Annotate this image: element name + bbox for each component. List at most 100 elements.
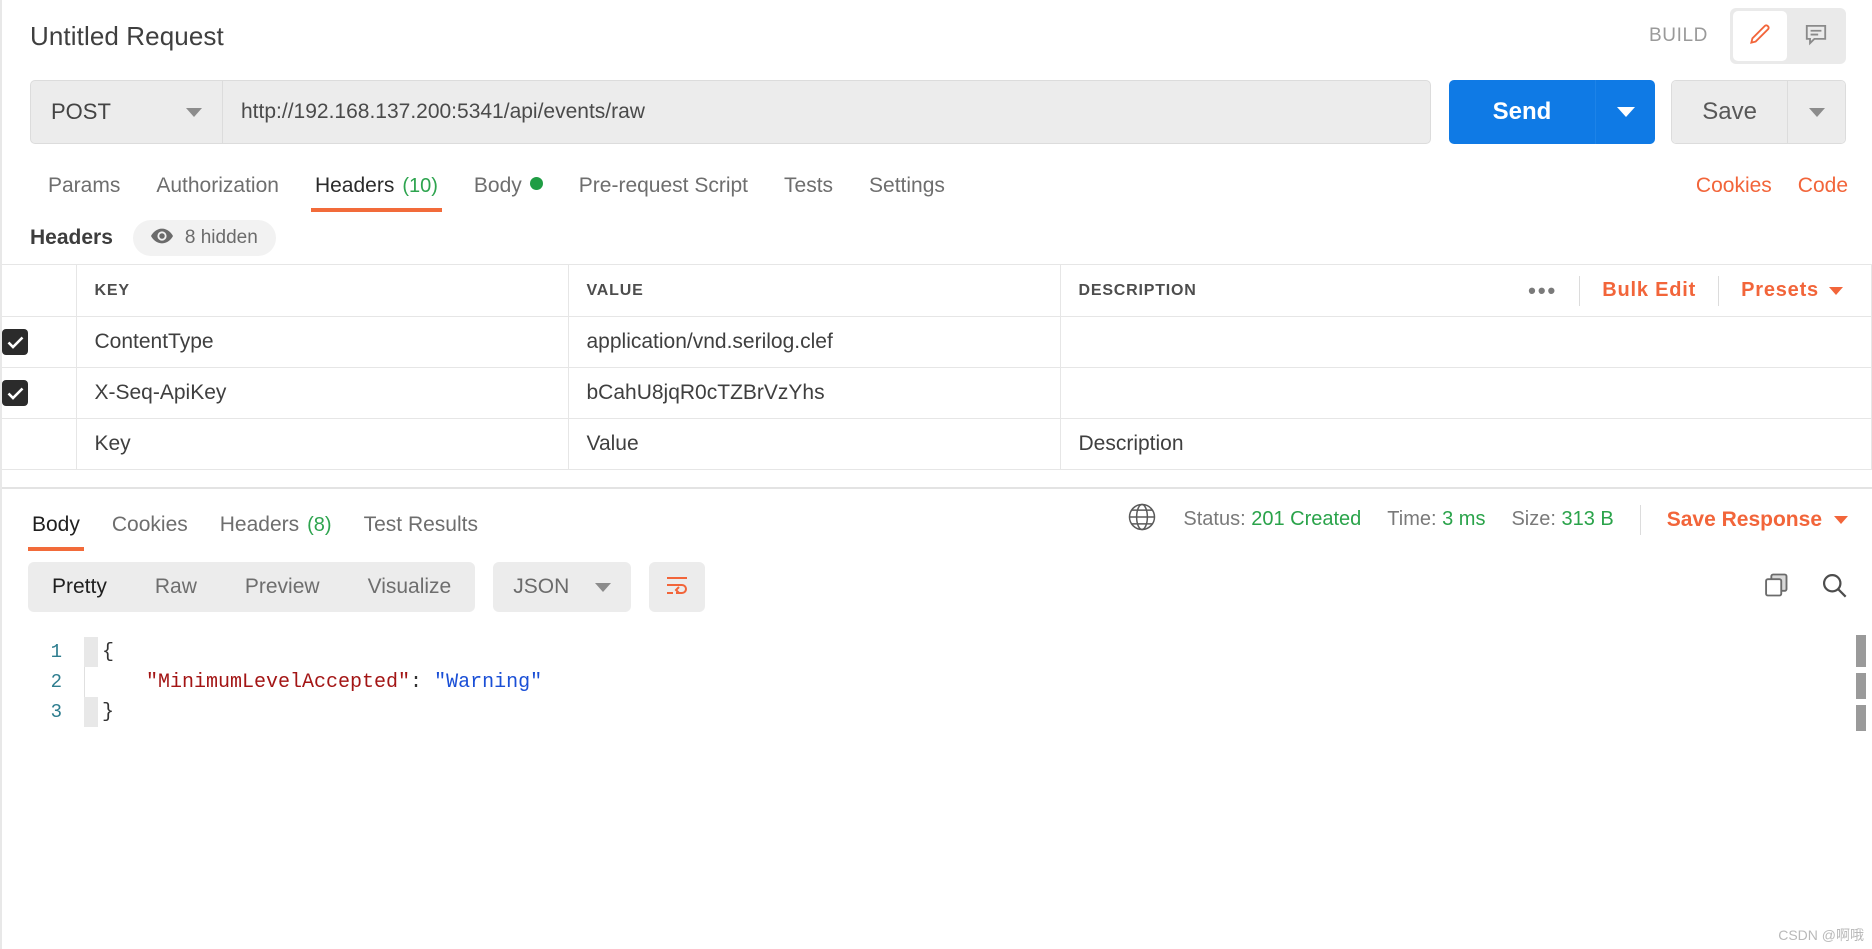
fold-marker bbox=[84, 637, 98, 667]
row-checkbox[interactable] bbox=[2, 380, 28, 406]
new-value-input[interactable]: Value bbox=[568, 418, 1061, 470]
tab-settings[interactable]: Settings bbox=[851, 174, 963, 212]
line-number: 1 bbox=[50, 641, 62, 663]
edit-mode-button[interactable] bbox=[1733, 11, 1787, 61]
tab-tests[interactable]: Tests bbox=[766, 174, 851, 212]
header-value-cell[interactable]: bCahU8jqR0cTZBrVzYhs bbox=[568, 367, 1061, 419]
header-description-cell[interactable] bbox=[1060, 367, 1872, 419]
eye-icon bbox=[150, 228, 173, 249]
fold-marker bbox=[84, 667, 98, 697]
headers-subbar: Headers 8 hidden bbox=[2, 212, 1872, 264]
http-method-select[interactable]: POST bbox=[30, 80, 222, 144]
url-bar: POST http://192.168.137.200:5341/api/eve… bbox=[2, 80, 1872, 144]
http-method-value: POST bbox=[51, 99, 111, 124]
save-response-button[interactable]: Save Response bbox=[1667, 508, 1848, 532]
word-wrap-icon bbox=[664, 574, 690, 601]
view-mode-preview[interactable]: Preview bbox=[221, 562, 344, 612]
response-body-tools bbox=[1762, 571, 1848, 604]
tab-headers[interactable]: Headers (10) bbox=[297, 174, 456, 212]
scrollbar-thumb[interactable] bbox=[1856, 705, 1866, 731]
header-description-cell[interactable] bbox=[1060, 316, 1872, 368]
tab-authorization[interactable]: Authorization bbox=[138, 174, 297, 212]
table-row-new: Key Value Description bbox=[2, 418, 1872, 470]
search-icon[interactable] bbox=[1820, 571, 1848, 604]
code-line: 2 "MinimumLevelAccepted" : "Warning" bbox=[2, 667, 1872, 697]
view-mode-raw[interactable]: Raw bbox=[131, 562, 221, 612]
line-number: 2 bbox=[50, 671, 62, 693]
save-response-label: Save Response bbox=[1666, 507, 1822, 531]
header-value-cell[interactable]: application/vnd.serilog.clef bbox=[568, 316, 1061, 368]
save-button[interactable]: Save bbox=[1672, 81, 1787, 143]
chevron-down-icon bbox=[1829, 286, 1843, 295]
view-mode-visualize[interactable]: Visualize bbox=[344, 562, 476, 612]
response-body-code[interactable]: 1 { 2 "MinimumLevelAccepted" : "Warning"… bbox=[2, 623, 1872, 731]
save-options-button[interactable] bbox=[1787, 81, 1845, 143]
row-checkbox-cell bbox=[2, 367, 77, 419]
response-pane: Body Cookies Headers (8) Test Results St… bbox=[2, 487, 1872, 731]
header-key-cell[interactable]: X-Seq-ApiKey bbox=[76, 367, 569, 419]
status-value: 201 Created bbox=[1251, 508, 1362, 530]
new-key-input[interactable]: Key bbox=[76, 418, 569, 470]
presets-label: Presets bbox=[1741, 279, 1819, 301]
size-meta: Size: 313 B bbox=[1511, 508, 1613, 531]
size-label: Size: bbox=[1511, 508, 1556, 530]
table-row: ContentType application/vnd.serilog.clef bbox=[2, 316, 1872, 368]
fold-marker bbox=[84, 697, 98, 727]
hidden-headers-count: 8 hidden bbox=[184, 227, 258, 248]
presets-button[interactable]: Presets bbox=[1719, 279, 1849, 302]
send-button[interactable]: Send bbox=[1448, 80, 1596, 144]
response-tab-headers[interactable]: Headers (8) bbox=[204, 513, 348, 551]
response-tab-test-results[interactable]: Test Results bbox=[348, 513, 494, 551]
row-checkbox-cell bbox=[2, 316, 77, 368]
time-label: Time: bbox=[1387, 508, 1437, 530]
page-title: Untitled Request bbox=[30, 20, 224, 51]
pencil-icon bbox=[1747, 21, 1773, 52]
chevron-down-icon bbox=[1616, 107, 1635, 117]
new-description-input[interactable]: Description bbox=[1060, 418, 1872, 470]
title-bar-actions: BUILD bbox=[1649, 8, 1846, 64]
word-wrap-button[interactable] bbox=[649, 562, 706, 612]
time-value: 3 ms bbox=[1442, 508, 1486, 530]
view-mode-pretty[interactable]: Pretty bbox=[28, 562, 131, 612]
code-link[interactable]: Code bbox=[1798, 174, 1848, 198]
cookies-link[interactable]: Cookies bbox=[1696, 174, 1772, 198]
comment-mode-button[interactable] bbox=[1789, 11, 1843, 61]
bulk-edit-button[interactable]: Bulk Edit bbox=[1580, 279, 1718, 302]
tab-count: (8) bbox=[307, 514, 332, 536]
tab-params[interactable]: Params bbox=[30, 174, 138, 212]
tab-label: Authorization bbox=[156, 174, 279, 197]
response-tab-body[interactable]: Body bbox=[16, 513, 96, 551]
code-scrollbar[interactable] bbox=[1856, 635, 1866, 737]
save-button-group: Save bbox=[1671, 80, 1846, 144]
chevron-down-icon bbox=[1808, 107, 1825, 117]
copy-icon[interactable] bbox=[1762, 571, 1790, 604]
status-label: Status: bbox=[1183, 508, 1246, 530]
code-token-key: "MinimumLevelAccepted" bbox=[146, 670, 411, 694]
row-checkbox[interactable] bbox=[2, 329, 28, 355]
build-label: BUILD bbox=[1649, 25, 1708, 46]
code-line: 3 } bbox=[2, 697, 1872, 727]
send-options-button[interactable] bbox=[1595, 80, 1656, 144]
size-value: 313 B bbox=[1561, 508, 1614, 530]
tab-label: Pre-request Script bbox=[578, 174, 749, 197]
column-header-description-label: DESCRIPTION bbox=[1078, 281, 1197, 299]
tab-label: Body bbox=[32, 513, 80, 536]
response-tab-cookies[interactable]: Cookies bbox=[96, 513, 204, 551]
hidden-headers-toggle[interactable]: 8 hidden bbox=[132, 220, 276, 256]
tab-pre-request-script[interactable]: Pre-request Script bbox=[561, 174, 766, 212]
more-actions-button[interactable]: ••• bbox=[1506, 278, 1579, 304]
response-body-toolbar: Pretty Raw Preview Visualize JSON bbox=[2, 551, 1872, 623]
tab-label: Headers bbox=[314, 174, 395, 197]
scrollbar-thumb[interactable] bbox=[1856, 673, 1866, 699]
url-input[interactable]: http://192.168.137.200:5341/api/events/r… bbox=[222, 80, 1431, 144]
chevron-down-icon bbox=[1834, 515, 1848, 524]
postman-request-window: Untitled Request BUILD POST http://192.1… bbox=[0, 0, 1872, 949]
header-key-cell[interactable]: ContentType bbox=[76, 316, 569, 368]
headers-table: KEY VALUE DESCRIPTION ••• Bulk Edit Pres… bbox=[2, 264, 1872, 470]
code-token-string: "Warning" bbox=[434, 670, 543, 694]
scrollbar-thumb[interactable] bbox=[1856, 635, 1866, 667]
format-select[interactable]: JSON bbox=[493, 562, 632, 612]
time-meta: Time: 3 ms bbox=[1387, 508, 1485, 531]
tab-body[interactable]: Body bbox=[456, 174, 561, 212]
